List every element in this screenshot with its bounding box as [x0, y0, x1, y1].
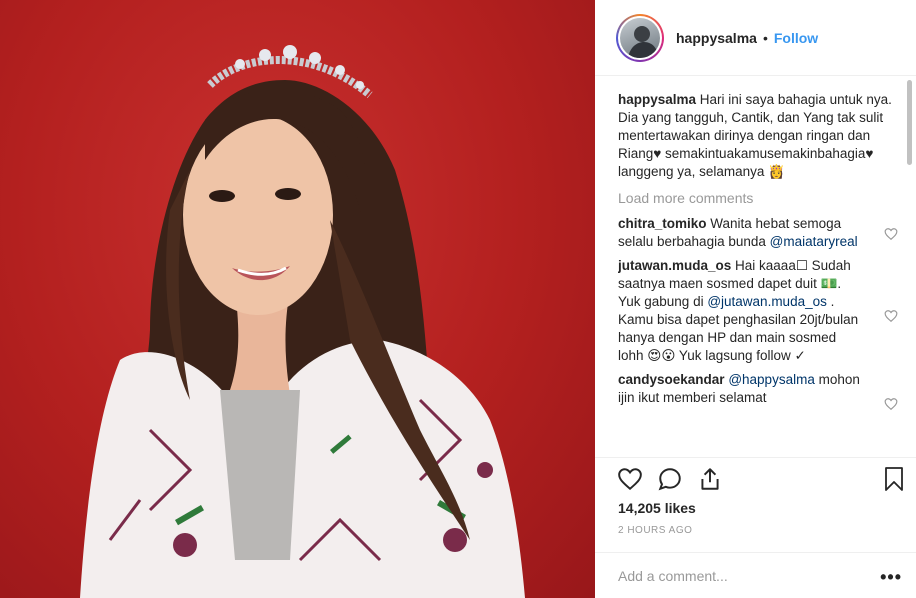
heart-icon[interactable]: [617, 466, 643, 492]
comment-mention[interactable]: @jutawan.muda_os: [707, 294, 827, 309]
bookmark-icon[interactable]: [882, 466, 906, 492]
comment-heart-icon[interactable]: [884, 309, 898, 323]
likes-count[interactable]: 14,205 likes: [618, 500, 696, 516]
comment-username[interactable]: chitra_tomiko: [618, 216, 707, 231]
header-username[interactable]: happysalma: [676, 30, 757, 46]
header-separator: •: [762, 29, 768, 46]
comment-mention[interactable]: @happysalma: [728, 372, 815, 387]
share-icon[interactable]: [697, 466, 723, 492]
more-options-button[interactable]: •••: [880, 567, 902, 588]
bookmark-button[interactable]: [882, 466, 906, 492]
add-comment-bar: •••: [595, 552, 916, 598]
follow-button[interactable]: Follow: [774, 30, 818, 46]
comment-username[interactable]: candysoekandar: [618, 372, 725, 387]
portrait-illustration: [80, 45, 525, 598]
comment-item: jutawan.muda_os Hai kaaaa☐ Sudah saatnya…: [618, 257, 898, 365]
load-more-comments-button[interactable]: Load more comments: [618, 189, 898, 207]
comments-scrollbar[interactable]: [907, 80, 912, 165]
comments-list: happysalma Hari ini saya bahagia untuk n…: [618, 91, 898, 457]
comment-item: chitra_tomiko Wanita hebat semoga selalu…: [618, 215, 898, 251]
comment-heart-icon[interactable]: [884, 227, 898, 241]
comment-item: candysoekandar @happysalma mohon ijin ik…: [618, 371, 898, 411]
comment-mention[interactable]: @maiataryreal: [770, 234, 858, 249]
comment-icon[interactable]: [657, 466, 683, 492]
comment-username[interactable]: jutawan.muda_os: [618, 258, 731, 273]
comment-input[interactable]: [618, 568, 858, 584]
action-icons: [617, 466, 723, 492]
post-photo[interactable]: [0, 0, 595, 598]
post-actions: 14,205 likes 2 HOURS AGO •••: [595, 457, 916, 598]
comment-heart-icon[interactable]: [884, 397, 898, 411]
caption-username[interactable]: happysalma: [618, 92, 696, 107]
avatar-image: [620, 17, 660, 58]
post-header: happysalma • Follow: [595, 0, 916, 76]
post-side-panel: happysalma • Follow happysalma Hari ini …: [595, 0, 916, 598]
avatar[interactable]: [616, 13, 664, 62]
post-timestamp: 2 HOURS AGO: [618, 525, 693, 536]
post-caption: happysalma Hari ini saya bahagia untuk n…: [618, 91, 898, 181]
